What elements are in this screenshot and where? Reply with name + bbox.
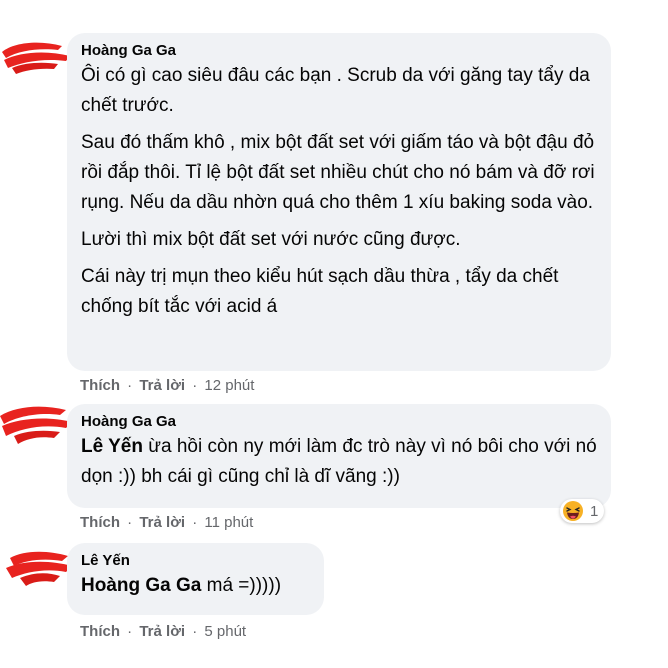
comment-bubble: Lê Yến Hoàng Ga Ga má =))))): [67, 543, 324, 615]
comment-text: Lê Yến ừa hồi còn ny mới làm đc trò này …: [81, 432, 597, 492]
comment-timestamp[interactable]: 12 phút: [204, 377, 254, 394]
mention-link[interactable]: Hoàng Ga Ga: [81, 575, 201, 596]
comment-body: má =))))): [201, 575, 282, 596]
comment-text: Ôi có gì cao siêu đâu các bạn . Scrub da…: [81, 65, 590, 116]
comment-actions: Thích · Trả lời · 11 phút: [80, 513, 253, 533]
separator: ·: [127, 623, 133, 640]
separator: ·: [192, 623, 198, 640]
comment-body: ừa hồi còn ny mới làm đc trò này vì nó b…: [81, 436, 597, 487]
avatar[interactable]: [0, 36, 76, 76]
reply-button[interactable]: Trả lời: [139, 514, 185, 531]
comment-author[interactable]: Lê Yến: [81, 551, 310, 571]
comment-text: Sau đó thấm khô , mix bột đất set với gi…: [81, 132, 595, 213]
like-button[interactable]: Thích: [80, 623, 120, 640]
comment-text: Cái này trị mụn theo kiểu hút sạch dầu t…: [81, 266, 559, 317]
reaction-badge[interactable]: 1: [560, 499, 605, 523]
separator: ·: [127, 514, 133, 531]
comment-author[interactable]: Hoàng Ga Ga: [81, 412, 597, 432]
comment-actions: Thích · Trả lời · 12 phút: [80, 376, 254, 396]
reply-button[interactable]: Trả lời: [139, 377, 185, 394]
like-button[interactable]: Thích: [80, 514, 120, 531]
comment-actions: Thích · Trả lời · 5 phút: [80, 622, 246, 642]
mention-link[interactable]: Lê Yến: [81, 436, 143, 457]
comment-author[interactable]: Hoàng Ga Ga: [81, 41, 597, 61]
separator: ·: [192, 514, 198, 531]
haha-emoji-icon: [563, 501, 583, 521]
comment-bubble: Hoàng Ga Ga Ôi có gì cao siêu đâu các bạ…: [67, 33, 611, 371]
comment-timestamp[interactable]: 5 phút: [204, 623, 246, 640]
reaction-count: 1: [590, 502, 599, 520]
avatar[interactable]: [0, 402, 76, 446]
comment-bubble: Hoàng Ga Ga Lê Yến ừa hồi còn ny mới làm…: [67, 404, 611, 508]
like-button[interactable]: Thích: [80, 377, 120, 394]
reply-button[interactable]: Trả lời: [139, 623, 185, 640]
separator: ·: [192, 377, 198, 394]
comment-text: Hoàng Ga Ga má =))))): [81, 571, 310, 601]
comment-text: Lười thì mix bột đất set với nước cũng đ…: [81, 229, 461, 250]
comment-timestamp[interactable]: 11 phút: [204, 514, 253, 531]
avatar[interactable]: [4, 546, 76, 590]
separator: ·: [127, 377, 133, 394]
